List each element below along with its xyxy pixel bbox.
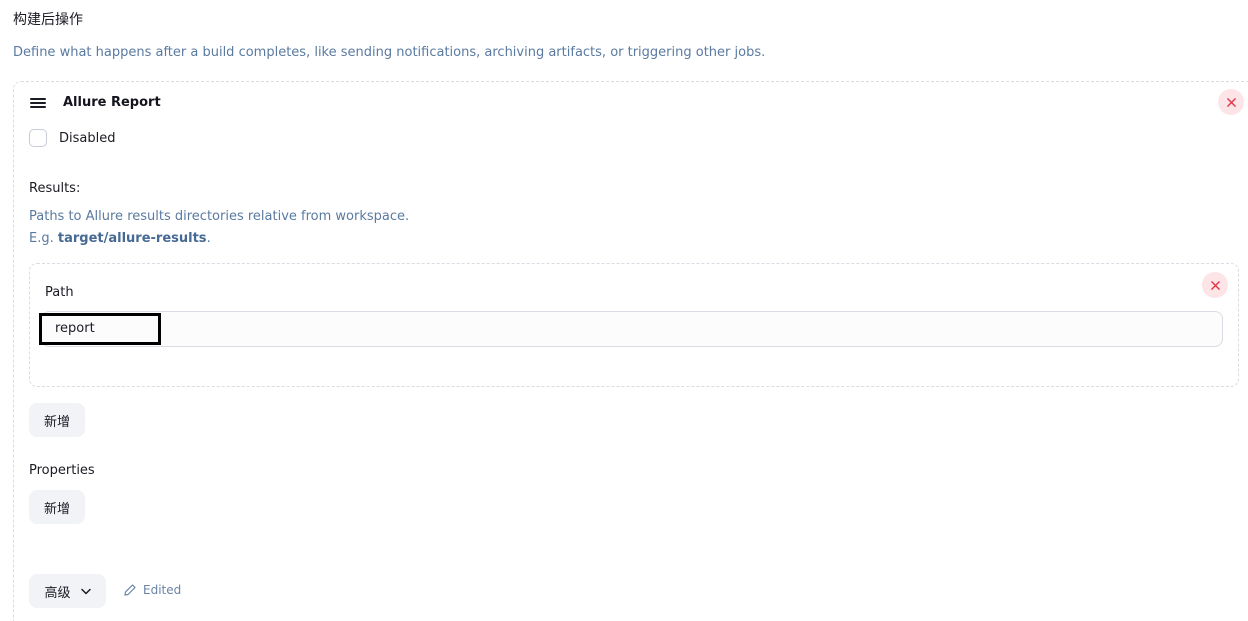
close-icon <box>1210 280 1220 290</box>
results-help-suffix: . <box>206 231 211 246</box>
results-help-line2: E.g. target/allure-results. <box>29 228 409 250</box>
chevron-down-icon <box>80 588 91 594</box>
disabled-checkbox-row[interactable]: Disabled <box>29 129 115 147</box>
results-help-line1: Paths to Allure results directories rela… <box>29 209 410 224</box>
section-title: 构建后操作 <box>13 12 83 28</box>
section-description: Define what happens after a build comple… <box>13 45 766 60</box>
disabled-checkbox-label: Disabled <box>59 130 116 146</box>
results-label: Results: <box>29 181 81 196</box>
results-help-example: target/allure-results <box>57 231 207 246</box>
edited-indicator: Edited <box>123 583 181 597</box>
advanced-button[interactable]: 高级 <box>29 574 106 608</box>
properties-label: Properties <box>29 463 95 478</box>
post-build-actions-page: 构建后操作 Define what happens after a build … <box>0 0 1248 621</box>
remove-step-button[interactable] <box>1218 89 1244 115</box>
advanced-button-label: 高级 <box>44 585 71 601</box>
disabled-checkbox[interactable] <box>29 129 47 147</box>
path-label: Path <box>45 285 74 300</box>
results-help-prefix: E.g. <box>29 231 58 246</box>
path-input[interactable] <box>41 311 1223 347</box>
add-properties-button[interactable]: 新增 <box>29 490 85 524</box>
close-icon <box>1226 97 1236 107</box>
step-title: Allure Report <box>63 95 161 110</box>
results-help: Paths to Allure results directories rela… <box>29 206 409 250</box>
pencil-icon <box>124 584 136 596</box>
drag-handle-icon[interactable] <box>30 98 46 110</box>
edited-label: Edited <box>143 583 182 597</box>
add-results-button[interactable]: 新增 <box>29 403 85 437</box>
remove-path-button[interactable] <box>1202 272 1228 298</box>
highlight-box <box>39 313 161 345</box>
